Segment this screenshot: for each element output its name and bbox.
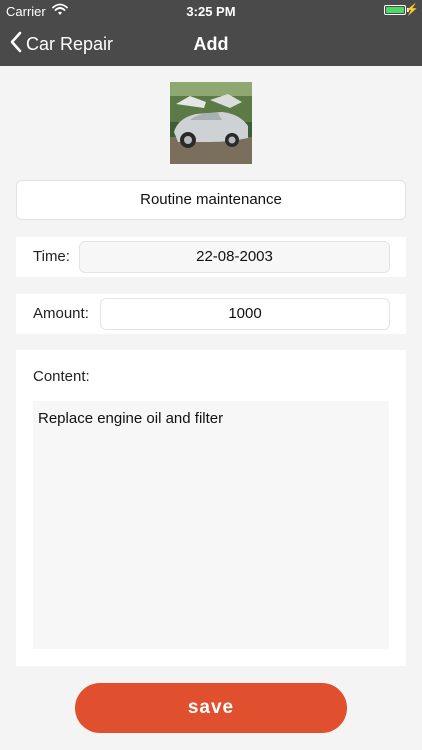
amount-input[interactable]: 1000: [100, 298, 390, 330]
battery-fill: [386, 7, 404, 13]
battery-icon: [384, 5, 406, 15]
title-input[interactable]: Routine maintenance: [16, 180, 406, 220]
page-title: Add: [193, 34, 229, 54]
content-label: Content:: [33, 368, 90, 385]
save-button[interactable]: save: [75, 683, 347, 733]
status-bar: Carrier 3:25 PM ⚡: [0, 0, 422, 22]
amount-row: Amount: 1000: [16, 294, 406, 334]
content-section: Content: Replace engine oil and filter: [16, 350, 406, 666]
time-row: Time: 22-08-2003: [16, 237, 406, 277]
date-field[interactable]: 22-08-2003: [79, 241, 390, 273]
navigation-bar: Car Repair Add: [0, 22, 422, 66]
content-textarea[interactable]: Replace engine oil and filter: [33, 401, 389, 649]
status-time: 3:25 PM: [186, 4, 236, 19]
charging-bolt-icon: ⚡: [405, 4, 419, 16]
car-photo[interactable]: [170, 82, 252, 164]
time-label: Time:: [33, 248, 70, 265]
amount-label: Amount:: [33, 305, 89, 322]
